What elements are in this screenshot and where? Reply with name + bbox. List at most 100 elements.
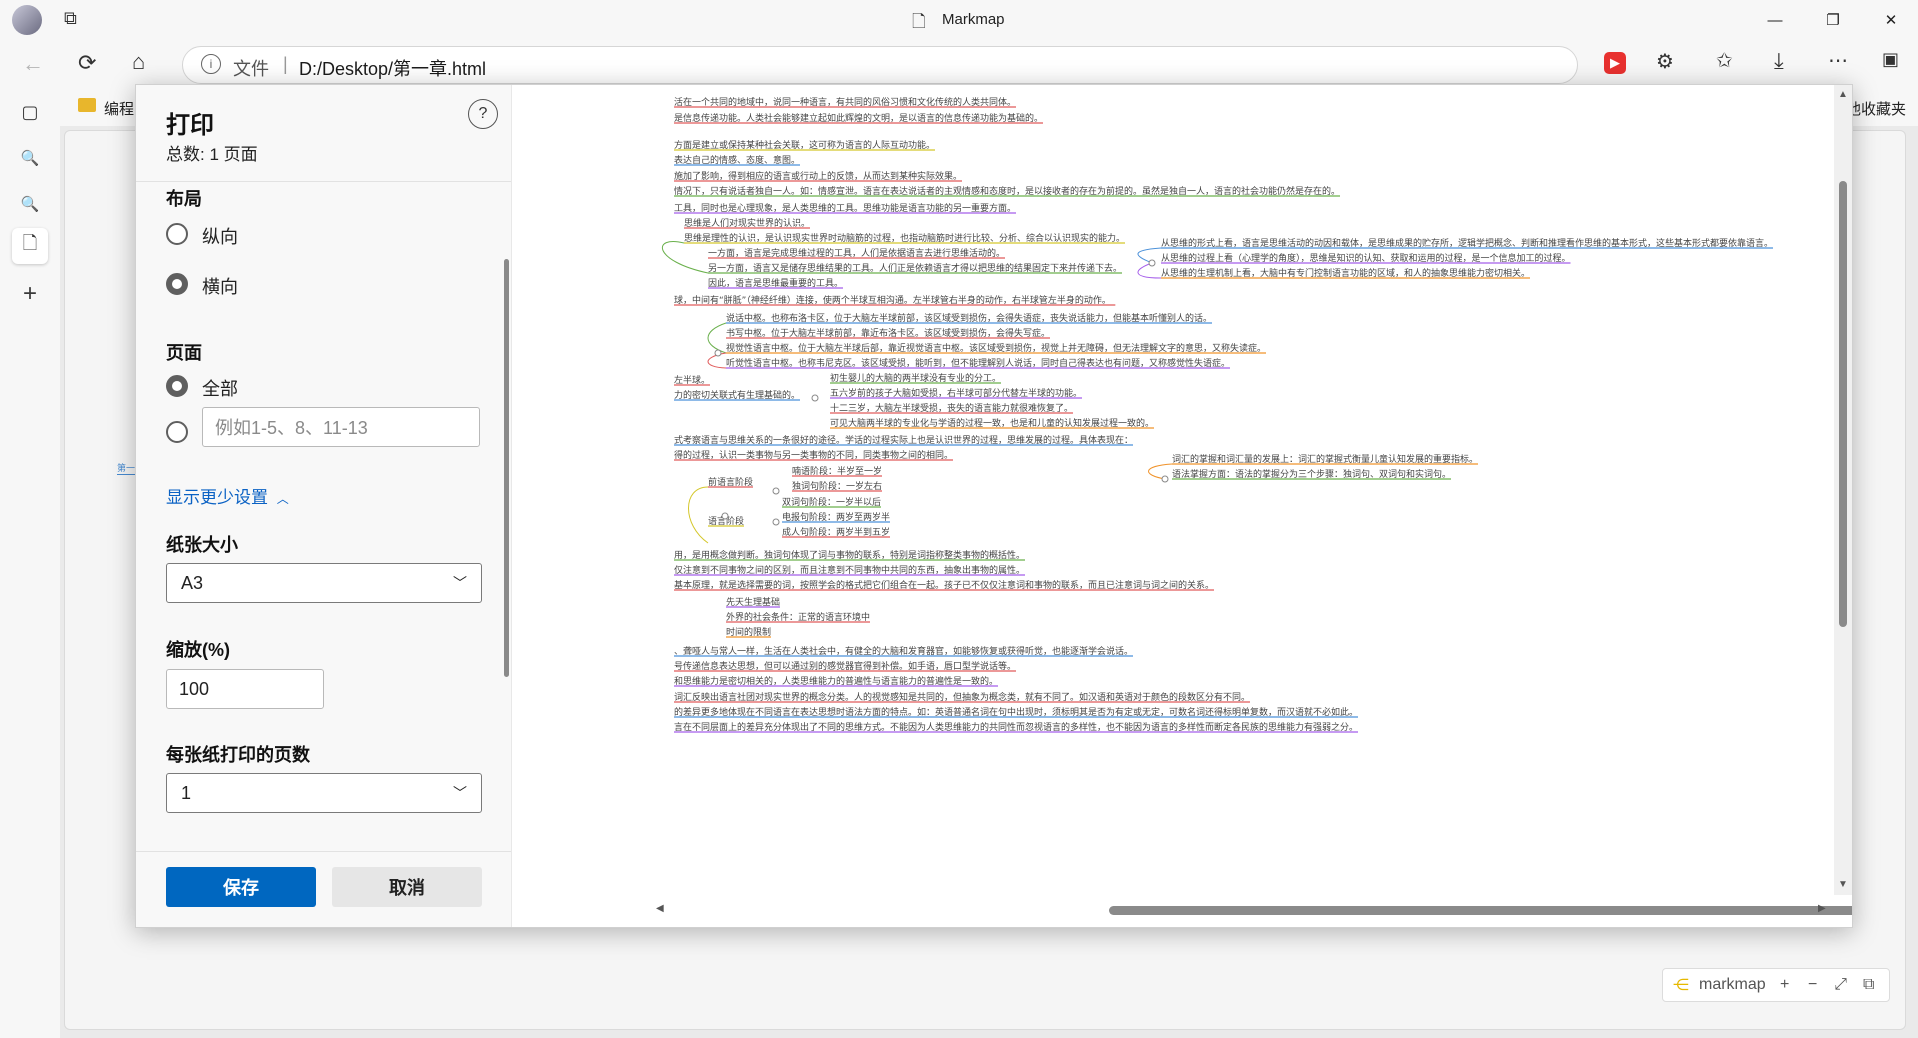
scroll-left-icon[interactable]: ◀: [656, 903, 664, 914]
markmap-node-circle[interactable]: [772, 518, 780, 526]
layout-heading: 布局: [166, 189, 202, 209]
minimize-button[interactable]: —: [1752, 0, 1798, 40]
markmap-node-text: 表达自己的情感、态度、意图。: [674, 154, 800, 166]
markmap-node-circle[interactable]: [772, 487, 780, 495]
sidebar-toggle-icon[interactable]: ▣: [1882, 49, 1899, 70]
markmap-node-text: 从思维的形式上看，语言是思维活动的动因和载体，是思维成果的贮存所，逻辑学把概念、…: [1161, 237, 1773, 249]
paper-size-select[interactable]: A3 ﹀: [166, 563, 482, 603]
markmap-node-circle[interactable]: [1148, 259, 1156, 267]
all-pages-radio[interactable]: [166, 375, 188, 397]
show-less-settings-link[interactable]: 显示更少设置 ︿: [166, 483, 289, 508]
other-favorites[interactable]: 他收藏夹: [1846, 98, 1906, 119]
favorites-list-icon[interactable]: ✩: [1716, 48, 1733, 73]
markmap-node-text: 成人句阶段：两岁半到五岁: [782, 526, 890, 538]
help-button[interactable]: ?: [468, 99, 498, 129]
video-extension-icon[interactable]: ▶: [1604, 52, 1626, 74]
markmap-node-text: 思维是人们对现实世界的认识。: [684, 217, 810, 229]
markmap-node-text: 、聋哑人与常人一样，生活在人类社会中，有健全的大脑和发育器官，如能够恢复或获得听…: [674, 645, 1133, 657]
markmap-node-circle[interactable]: [714, 349, 722, 357]
toggle-recursive-icon[interactable]: ⧉: [1860, 976, 1878, 994]
scale-heading: 缩放(%): [166, 640, 230, 660]
landscape-radio[interactable]: [166, 273, 188, 295]
zoom-out-icon[interactable]: −: [1804, 976, 1822, 994]
markmap-node-text: 十二三岁，大脑左半球受损，丧失的语言能力就很难恢复了。: [830, 402, 1073, 414]
profile-avatar[interactable]: [12, 5, 42, 35]
markmap-node-circle[interactable]: [1161, 475, 1169, 483]
markmap-node-text: 词汇反映出语言社团对现实世界的概念分类。人的视觉感知是共同的，但抽象为概念类，就…: [674, 691, 1250, 703]
horizontal-scroll-thumb[interactable]: [1109, 906, 1852, 915]
settings-scrollbar-thumb[interactable]: [504, 259, 509, 677]
cancel-button[interactable]: 取消: [332, 867, 482, 907]
markmap-branch: [707, 322, 727, 354]
search-icon[interactable]: 🔍: [12, 140, 48, 176]
url-text[interactable]: D:/Desktop/第一章.html: [299, 55, 486, 81]
markmap-node-text: 得的过程，认识一类事物与另一类事物的不同，同类事物之间的相同。: [674, 449, 953, 461]
download-icon[interactable]: ⤓: [1774, 48, 1784, 74]
markmap-node-text: 外界的社会条件：正常的语言环境中: [726, 611, 870, 623]
print-settings-panel: 打印 总数: 1 页面 ? 布局 纵向 横向 页面 全部 例如1-5、8、11-…: [136, 85, 512, 927]
markmap-toolbar: ⋲ markmap + − ⤢ ⧉: [1662, 968, 1890, 1002]
print-page-count: 总数: 1 页面: [166, 145, 258, 164]
markmap-node-text: 球，中间有“胼胝”（神经纤维）连接，使两个半球互相沟通。左半球管右半身的动作，右…: [674, 294, 1111, 306]
scroll-right-icon[interactable]: ▶: [1818, 903, 1826, 914]
all-pages-label[interactable]: 全部: [202, 375, 238, 401]
search-icon[interactable]: 🔍: [12, 186, 48, 222]
more-icon[interactable]: ⋯: [1828, 48, 1848, 73]
custom-pages-input[interactable]: 例如1-5、8、11-13: [202, 407, 480, 447]
refresh-icon[interactable]: ⟳: [78, 50, 96, 76]
vertical-scroll-thumb[interactable]: [1839, 181, 1847, 627]
markmap-node-text: 视觉性语言中枢。位于大脑左半球后部，靠近视觉语言中枢。该区域受到损伤，视觉上并无…: [726, 342, 1266, 354]
markmap-node-text: 说话中枢。也称布洛卡区，位于大脑左半球前部，该区域受到损伤，会得失语症，丧失说话…: [726, 312, 1212, 324]
workspaces-icon[interactable]: ⧉: [64, 8, 77, 29]
info-icon[interactable]: i: [201, 54, 221, 74]
markmap-label[interactable]: markmap: [1699, 976, 1766, 994]
extensions-icon[interactable]: ⚙: [1656, 49, 1674, 74]
chevron-up-icon: ︿: [276, 492, 289, 506]
window-title: Markmap: [942, 11, 1005, 28]
portrait-radio[interactable]: [166, 223, 188, 245]
chevron-down-icon: ﹀: [453, 785, 467, 801]
markmap-node-text: 初生婴儿的大脑的两半球没有专业的分工。: [830, 372, 1001, 384]
portrait-label[interactable]: 纵向: [202, 223, 238, 249]
close-button[interactable]: ✕: [1868, 0, 1914, 40]
preview-horizontal-scrollbar[interactable]: ◀ ▶: [512, 901, 1852, 919]
markmap-branch: [661, 241, 709, 274]
print-title: 打印: [166, 112, 214, 139]
folder-icon: [78, 98, 96, 112]
markmap-node-circle[interactable]: [811, 394, 819, 402]
maximize-button[interactable]: ❐: [1810, 0, 1856, 40]
markmap-node-text: 方面是建立或保持某种社会关联，这可称为语言的人际互动功能。: [674, 139, 935, 151]
markmap-node-text: 书写中枢。位于大脑左半球前部，靠近布洛卡区。该区域受到损伤，会得失写症。: [726, 327, 1050, 339]
address-bar[interactable]: i 文件 | D:/Desktop/第一章.html: [182, 46, 1578, 84]
back-icon[interactable]: ←: [22, 51, 44, 77]
address-separator: |: [283, 54, 288, 74]
print-preview: 活在一个共同的地域中，说同一种语言，有共同的风俗习惯和文化传统的人类共同体。 是信…: [512, 85, 1852, 927]
custom-pages-radio[interactable]: [166, 421, 188, 443]
scale-input[interactable]: 100: [166, 669, 324, 709]
show-less-label[interactable]: 显示更少设置: [166, 488, 268, 507]
favorites-folder[interactable]: 编程: [104, 98, 134, 119]
landscape-label[interactable]: 横向: [202, 273, 238, 299]
site-info-label[interactable]: 文件: [233, 55, 269, 81]
document-tab-icon[interactable]: 🗋: [12, 228, 48, 264]
pages-per-sheet-select[interactable]: 1 ﹀: [166, 773, 482, 813]
markmap-node-text: 和思维能力是密切相关的，人类思维能力的普遍性与语言能力的普遍性是一致的。: [674, 675, 998, 687]
preview-vertical-scrollbar[interactable]: ▲ ▼: [1834, 85, 1852, 895]
markmap-node-text: 从思维的生理机制上看，大脑中有专门控制语言功能的区域，和人的抽象思维能力密切相关…: [1161, 267, 1530, 279]
markmap-node-text: 号传递信息表达思想，但可以通过别的感觉器官得到补偿。如手语，唇口型学说话等。: [674, 660, 1016, 672]
markmap-node-text: 喃语阶段：半岁至一岁: [792, 465, 882, 477]
scroll-down-icon[interactable]: ▼: [1838, 879, 1848, 890]
scroll-up-icon[interactable]: ▲: [1838, 89, 1848, 100]
markmap-node-circle[interactable]: [721, 512, 729, 520]
header-divider: [136, 181, 511, 182]
markmap-node-text: 工具，同时也是心理现象，是人类思维的工具。思维功能是语言功能的另一重要方面。: [674, 202, 1016, 214]
tab-actions-icon[interactable]: ▢: [12, 94, 48, 130]
home-icon[interactable]: ⌂: [132, 49, 145, 75]
markmap-node-text: 先天生理基础: [726, 596, 780, 608]
save-button[interactable]: 保存: [166, 867, 316, 907]
fit-window-icon[interactable]: ⤢: [1832, 976, 1850, 994]
markmap-node-text: 仅注意到不同事物之间的区别，而且注意到不同事物中共同的东西，抽象出事物的属性。: [674, 564, 1025, 576]
zoom-in-icon[interactable]: +: [1776, 976, 1794, 994]
add-tab-icon[interactable]: +: [12, 276, 48, 312]
markmap-node-text: 独词句阶段：一岁左右: [792, 480, 882, 492]
